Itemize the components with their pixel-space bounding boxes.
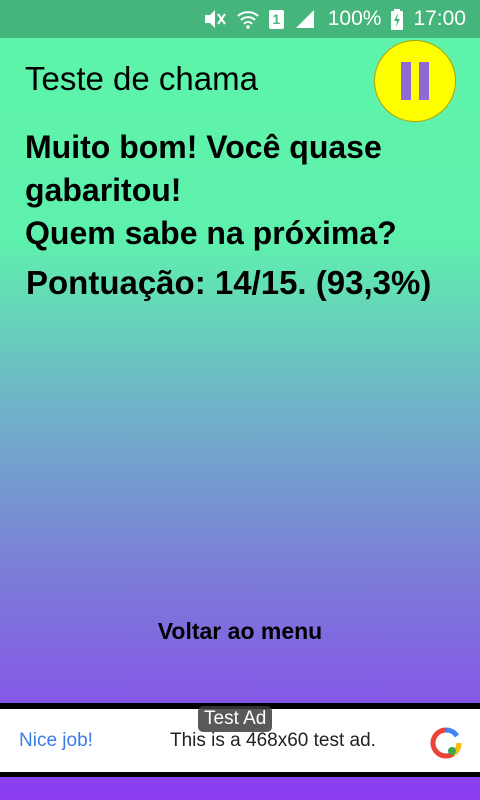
result-line-2: Quem sabe na próxima? — [25, 215, 397, 251]
signal-icon — [294, 9, 316, 29]
mute-icon — [203, 8, 227, 30]
back-to-menu-button[interactable]: Voltar ao menu — [0, 618, 480, 645]
ad-cta-text[interactable]: Nice job! — [19, 730, 93, 752]
quiz-title: Teste de chama — [25, 60, 258, 97]
sim-slot-label: 1 — [268, 9, 284, 29]
wifi-icon — [237, 9, 259, 29]
result-line-1: Muito bom! Você quase gabaritou! — [25, 129, 382, 208]
score-text: Pontuação: 14/15. (93,3%) — [26, 264, 432, 301]
pause-icon — [401, 62, 411, 100]
result-message: Muito bom! Você quase gabaritou! Quem sa… — [25, 126, 465, 255]
ad-text[interactable]: This is a 468x60 test ad. — [170, 730, 376, 752]
pause-button[interactable] — [374, 40, 456, 122]
status-bar: 1 100% 17:00 — [0, 0, 480, 38]
battery-charging-icon — [391, 8, 404, 30]
sim-icon: 1 — [268, 9, 284, 29]
test-ad-label: Test Ad — [198, 706, 273, 732]
pause-icon-bar — [419, 62, 429, 100]
ad-logo-icon[interactable] — [430, 727, 462, 764]
battery-percent: 100% — [327, 7, 382, 30]
clock: 17:00 — [413, 7, 466, 30]
